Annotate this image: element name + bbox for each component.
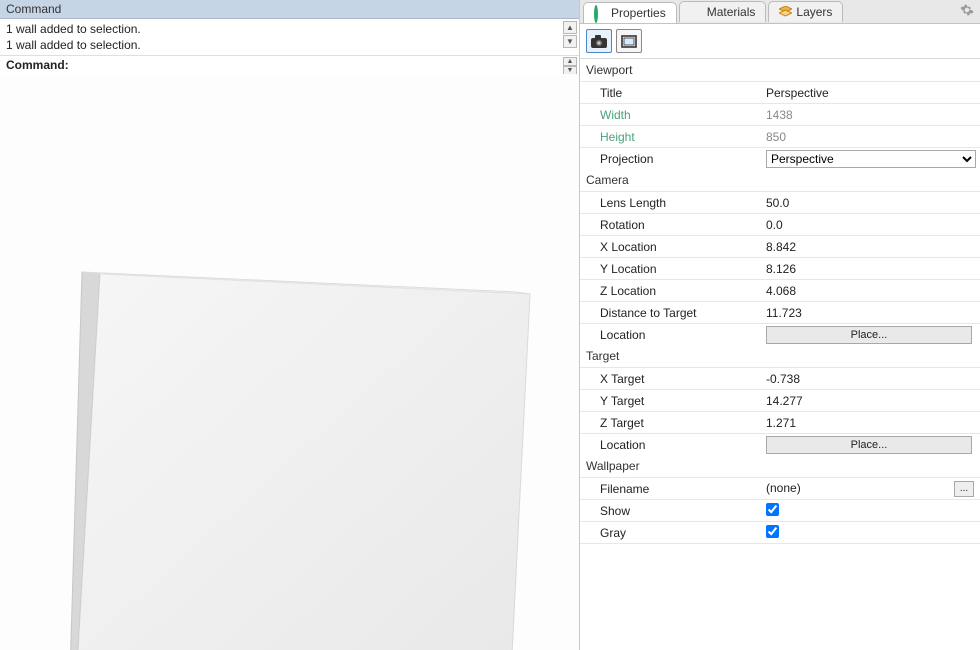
tab-layers[interactable]: Layers bbox=[768, 1, 843, 22]
label-filename: Filename bbox=[580, 482, 760, 496]
value-zt[interactable]: 1.271 bbox=[760, 416, 980, 430]
history-scroll[interactable]: ▲ ▼ bbox=[563, 21, 577, 48]
layers-icon bbox=[779, 6, 792, 19]
value-yt[interactable]: 14.277 bbox=[760, 394, 980, 408]
row-projection: Projection Perspective bbox=[580, 147, 980, 169]
wall-3d-object bbox=[70, 264, 550, 650]
tab-properties[interactable]: Properties bbox=[583, 2, 677, 23]
viewport-canvas[interactable] bbox=[0, 74, 579, 650]
value-width: 1438 bbox=[760, 108, 980, 122]
scroll-down-icon[interactable]: ▼ bbox=[563, 35, 577, 48]
value-zloc[interactable]: 4.068 bbox=[760, 284, 980, 298]
value-lens[interactable]: 50.0 bbox=[760, 196, 980, 210]
label-zt: Z Target bbox=[580, 416, 760, 430]
command-spinner[interactable]: ▲ ▼ bbox=[563, 57, 577, 75]
label-yt: Y Target bbox=[580, 394, 760, 408]
command-input[interactable] bbox=[73, 58, 573, 72]
label-gray: Gray bbox=[580, 526, 760, 540]
section-viewport: Viewport bbox=[580, 59, 980, 81]
value-filename: (none) bbox=[766, 481, 801, 495]
label-rotation: Rotation bbox=[580, 218, 760, 232]
label-camera-location: Location bbox=[580, 328, 760, 342]
browse-button[interactable]: ... bbox=[954, 481, 974, 497]
command-input-row: Command: ▲ ▼ bbox=[0, 55, 579, 74]
label-height: Height bbox=[580, 130, 760, 144]
tab-label: Materials bbox=[707, 5, 756, 19]
section-target: Target bbox=[580, 345, 980, 367]
label-show: Show bbox=[580, 504, 760, 518]
properties-icon bbox=[594, 7, 607, 20]
properties-body: Viewport Title Perspective Width 1438 He… bbox=[580, 59, 980, 650]
frame-view-button[interactable] bbox=[616, 29, 642, 53]
value-yloc[interactable]: 8.126 bbox=[760, 262, 980, 276]
gray-checkbox[interactable] bbox=[766, 525, 779, 538]
history-line: 1 wall added to selection. bbox=[6, 21, 573, 37]
properties-panel: Properties Materials Layers bbox=[580, 0, 980, 650]
label-target-location: Location bbox=[580, 438, 760, 452]
section-wallpaper: Wallpaper bbox=[580, 455, 980, 477]
section-camera: Camera bbox=[580, 169, 980, 191]
value-xt[interactable]: -0.738 bbox=[760, 372, 980, 386]
row-title: Title Perspective bbox=[580, 81, 980, 103]
app-root: Command 1 wall added to selection. 1 wal… bbox=[0, 0, 980, 650]
label-xloc: X Location bbox=[580, 240, 760, 254]
camera-view-button[interactable] bbox=[586, 29, 612, 53]
label-zloc: Z Location bbox=[580, 284, 760, 298]
row-height: Height 850 bbox=[580, 125, 980, 147]
gear-icon[interactable] bbox=[960, 3, 974, 20]
label-title: Title bbox=[580, 86, 760, 100]
materials-icon bbox=[690, 6, 703, 19]
value-projection[interactable]: Perspective bbox=[760, 150, 980, 168]
value-title[interactable]: Perspective bbox=[760, 86, 980, 100]
value-height: 850 bbox=[760, 130, 980, 144]
label-dist: Distance to Target bbox=[580, 306, 760, 320]
value-rotation[interactable]: 0.0 bbox=[760, 218, 980, 232]
panel-toolbar bbox=[580, 24, 980, 59]
command-prompt-label: Command: bbox=[6, 58, 73, 72]
value-filename-row: (none) ... bbox=[760, 481, 980, 497]
label-lens: Lens Length bbox=[580, 196, 760, 210]
tab-label: Properties bbox=[611, 6, 666, 20]
camera-place-button[interactable]: Place... bbox=[766, 326, 972, 344]
command-history: 1 wall added to selection. 1 wall added … bbox=[0, 19, 579, 55]
tab-materials[interactable]: Materials bbox=[679, 1, 767, 22]
label-projection: Projection bbox=[580, 152, 760, 166]
left-pane: Command 1 wall added to selection. 1 wal… bbox=[0, 0, 580, 650]
label-xt: X Target bbox=[580, 372, 760, 386]
history-line: 1 wall added to selection. bbox=[6, 37, 573, 53]
target-place-button[interactable]: Place... bbox=[766, 436, 972, 454]
tab-label: Layers bbox=[796, 5, 832, 19]
label-width: Width bbox=[580, 108, 760, 122]
value-dist[interactable]: 11.723 bbox=[760, 306, 980, 320]
value-xloc[interactable]: 8.842 bbox=[760, 240, 980, 254]
spin-up-icon[interactable]: ▲ bbox=[563, 57, 577, 66]
frame-icon bbox=[621, 35, 637, 48]
camera-icon bbox=[591, 35, 607, 48]
scroll-up-icon[interactable]: ▲ bbox=[563, 21, 577, 34]
command-header: Command bbox=[0, 0, 579, 19]
label-yloc: Y Location bbox=[580, 262, 760, 276]
show-checkbox[interactable] bbox=[766, 503, 779, 516]
projection-select[interactable]: Perspective bbox=[766, 150, 976, 168]
row-width: Width 1438 bbox=[580, 103, 980, 125]
panel-tabs: Properties Materials Layers bbox=[580, 0, 980, 24]
